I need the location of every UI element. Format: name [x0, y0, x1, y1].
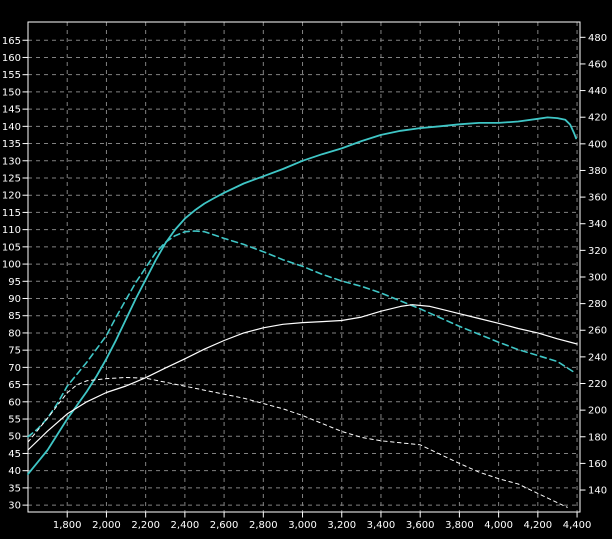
x-tick-label: 3,200: [327, 520, 356, 531]
left-tick-label: 100: [2, 260, 21, 271]
right-tick-label: 460: [588, 59, 607, 70]
left-tick-label: 155: [2, 70, 21, 81]
left-tick-label: 75: [8, 346, 21, 357]
chart-background: [0, 0, 612, 539]
right-tick-label: 300: [588, 272, 607, 283]
left-tick-label: 45: [8, 449, 21, 460]
left-tick-label: 120: [2, 191, 21, 202]
right-tick-label: 440: [588, 86, 607, 97]
x-tick-label: 4,200: [524, 520, 553, 531]
left-tick-label: 80: [8, 328, 21, 339]
x-tick-label: 2,000: [92, 520, 121, 531]
right-tick-label: 160: [588, 459, 607, 470]
left-tick-label: 110: [2, 225, 21, 236]
x-tick-label: 3,600: [406, 520, 435, 531]
x-tick-label: 3,000: [288, 520, 317, 531]
left-tick-label: 85: [8, 311, 21, 322]
left-tick-label: 90: [8, 294, 21, 305]
x-tick-label: 4,000: [484, 520, 513, 531]
x-tick-label: 3,800: [445, 520, 474, 531]
right-tick-label: 400: [588, 139, 607, 150]
left-tick-label: 165: [2, 36, 21, 47]
right-tick-label: 240: [588, 352, 607, 363]
x-tick-label: 3,400: [367, 520, 396, 531]
right-tick-label: 420: [588, 113, 607, 124]
x-tick-label: 2,200: [131, 520, 160, 531]
left-tick-label: 50: [8, 432, 21, 443]
right-tick-label: 280: [588, 299, 607, 310]
right-tick-label: 260: [588, 326, 607, 337]
x-tick-label: 1,800: [53, 520, 82, 531]
left-tick-label: 95: [8, 277, 21, 288]
right-tick-label: 140: [588, 486, 607, 497]
left-tick-label: 125: [2, 173, 21, 184]
left-tick-label: 40: [8, 466, 21, 477]
left-tick-label: 70: [8, 363, 21, 374]
x-tick-label: 2,600: [210, 520, 239, 531]
x-tick-label: 2,400: [171, 520, 200, 531]
left-tick-label: 145: [2, 105, 21, 116]
left-tick-label: 35: [8, 483, 21, 494]
right-tick-label: 180: [588, 432, 607, 443]
x-tick-label: 2,800: [249, 520, 278, 531]
right-tick-label: 200: [588, 406, 607, 417]
left-tick-label: 30: [8, 501, 21, 512]
right-tick-label: 480: [588, 33, 607, 44]
left-tick-label: 130: [2, 156, 21, 167]
left-tick-label: 160: [2, 53, 21, 64]
left-tick-label: 105: [2, 242, 21, 253]
dyno-chart-window: Puissance-max Puissance Moteur (corr.) /…: [0, 0, 612, 539]
plot-area: 30 35 40 45 50 55 60 65 70 75 80 85 90 95 100 105 110 115…: [0, 0, 612, 539]
left-tick-label: 60: [8, 397, 21, 408]
right-tick-label: 380: [588, 166, 607, 177]
left-tick-label: 140: [2, 122, 21, 133]
left-tick-label: 135: [2, 139, 21, 150]
left-tick-label: 65: [8, 380, 21, 391]
left-tick-label: 150: [2, 87, 21, 98]
x-tick-label: 4,400: [563, 520, 592, 531]
right-tick-label: 320: [588, 246, 607, 257]
left-tick-label: 55: [8, 415, 21, 426]
right-tick-label: 220: [588, 379, 607, 390]
right-tick-label: 360: [588, 193, 607, 204]
left-tick-label: 115: [2, 208, 21, 219]
right-tick-label: 340: [588, 219, 607, 230]
